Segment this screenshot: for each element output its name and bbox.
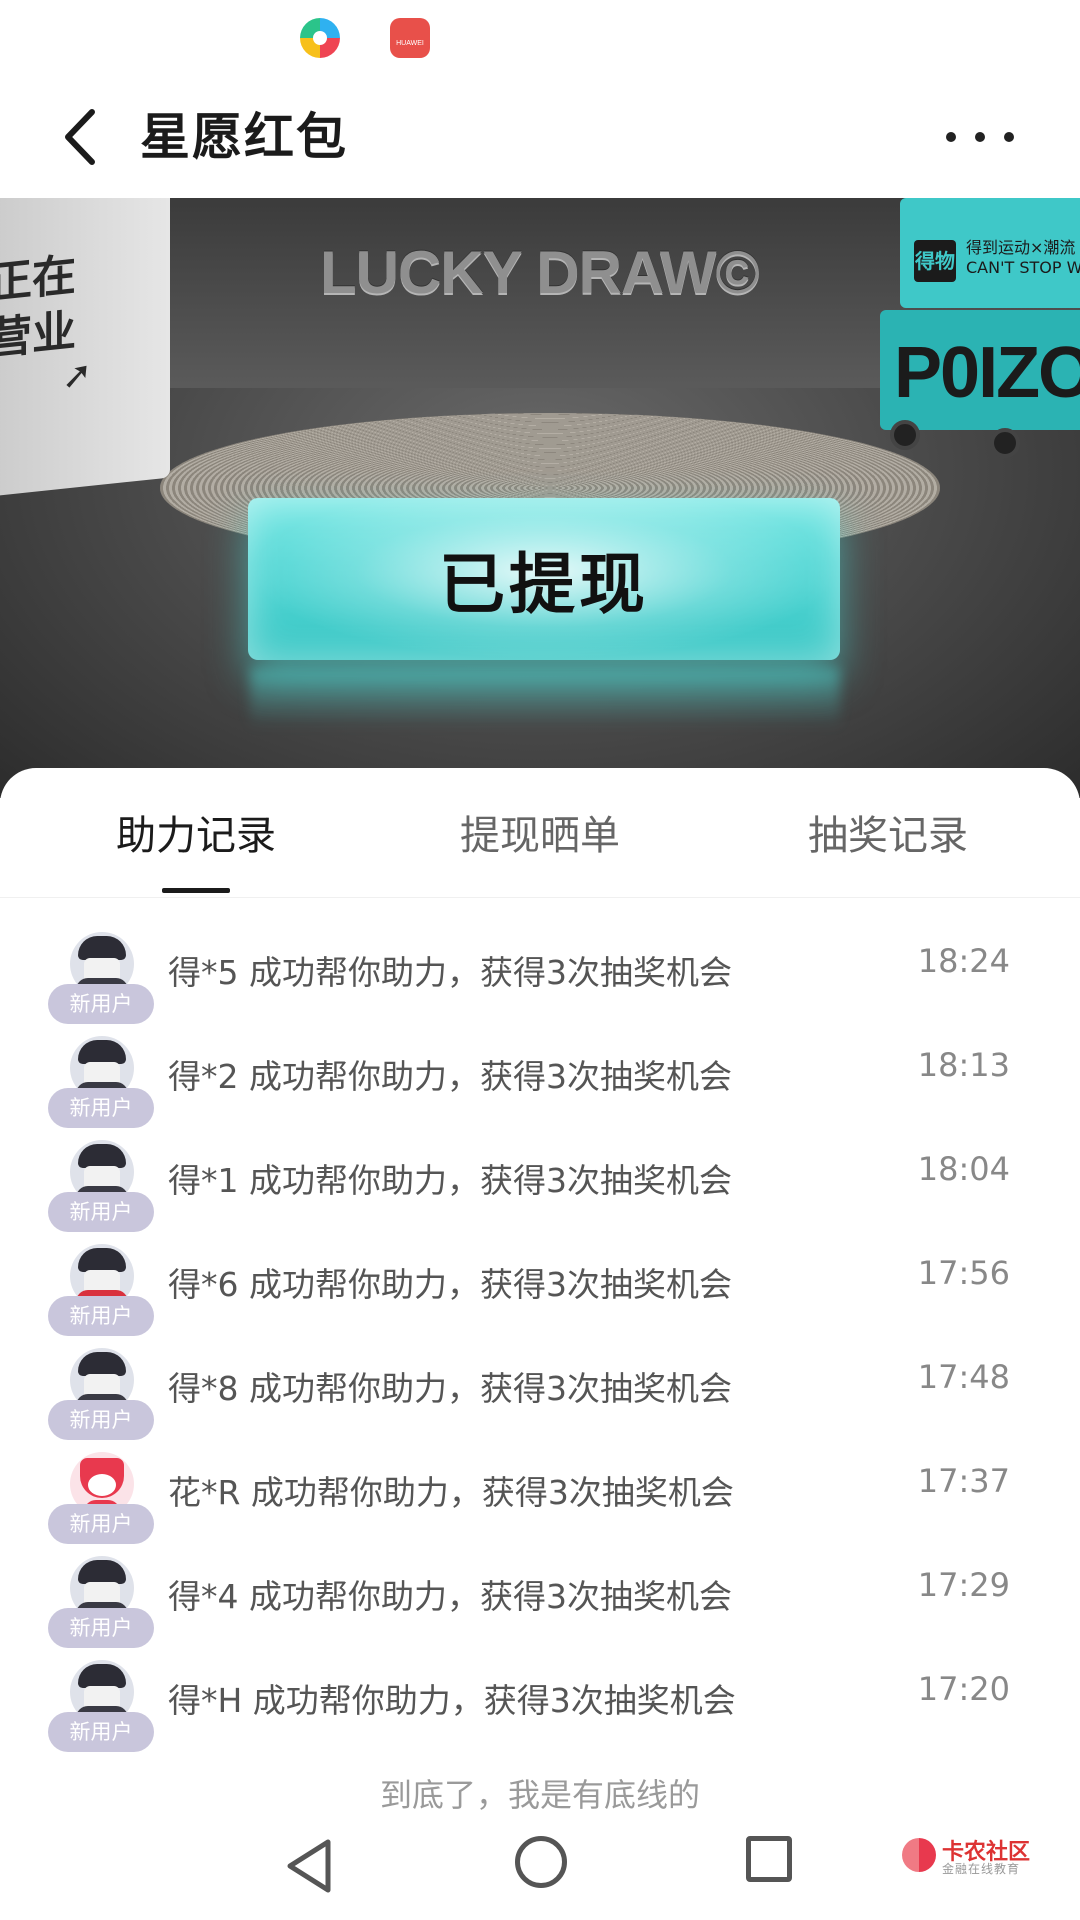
record-time: 17:20 bbox=[917, 1670, 1010, 1708]
new-user-badge: 新用户 bbox=[48, 1088, 154, 1128]
new-user-badge: 新用户 bbox=[48, 984, 154, 1024]
system-nav-bar: 卡农社区 金融在线教育 bbox=[0, 1810, 1080, 1920]
avatar: 新用户 bbox=[48, 932, 154, 1028]
dot-icon bbox=[1004, 132, 1014, 142]
help-record-list: 新用户 得*5 成功帮你助力，获得3次抽奖机会 18:24 新用户 得*2 成功… bbox=[0, 928, 1080, 1760]
kanong-logo-icon bbox=[902, 1838, 936, 1872]
status-bar: HUAWEI bbox=[0, 0, 1080, 72]
active-tab-indicator bbox=[162, 888, 230, 893]
list-item: 新用户 得*H 成功帮你助力，获得3次抽奖机会 17:20 bbox=[0, 1656, 1080, 1760]
new-user-badge: 新用户 bbox=[48, 1296, 154, 1336]
avatar: 新用户 bbox=[48, 1244, 154, 1340]
shoe-box-top: 得物 得到运动×潮流 CAN'T STOP WON bbox=[900, 198, 1080, 308]
skateboard-wheel-icon bbox=[990, 428, 1020, 458]
chevron-left-icon bbox=[65, 109, 95, 165]
skateboard-wheel-icon bbox=[890, 420, 920, 450]
avatar: 新用户 bbox=[48, 1348, 154, 1444]
record-text: 得*H 成功帮你助力，获得3次抽奖机会 bbox=[168, 1681, 736, 1720]
dot-icon bbox=[975, 132, 985, 142]
arrow-icon: ➚ bbox=[62, 353, 93, 398]
open-sign: 正在营业 ➚ bbox=[0, 198, 170, 499]
withdrawn-label: 已提现 bbox=[439, 546, 649, 623]
open-sign-text: 正在营业 bbox=[0, 249, 76, 366]
shoe-box-stack: 得物 得到运动×潮流 CAN'T STOP WON P0IZON bbox=[880, 198, 1080, 458]
new-user-badge: 新用户 bbox=[48, 1504, 154, 1544]
lucky-draw-logo: LUCKY DRAW© bbox=[320, 239, 760, 306]
hero-banner: LUCKY DRAW© 正在营业 ➚ 得物 得到运动×潮流 CAN'T STOP… bbox=[0, 198, 1080, 798]
page: HUAWEI 星愿红包 LUCKY DRAW© 正在营业 ➚ 得物 得到运动×潮… bbox=[0, 0, 1080, 1920]
record-time: 18:13 bbox=[917, 1046, 1010, 1084]
record-text: 得*2 成功帮你助力，获得3次抽奖机会 bbox=[168, 1057, 732, 1096]
list-item: 新用户 得*8 成功帮你助力，获得3次抽奖机会 17:48 bbox=[0, 1344, 1080, 1448]
colorful-app-icon bbox=[300, 18, 340, 58]
title-bar: 星愿红包 bbox=[0, 72, 1080, 198]
nav-recents-button[interactable] bbox=[746, 1836, 792, 1882]
glow-reflection bbox=[250, 668, 840, 728]
list-item: 新用户 得*2 成功帮你助力，获得3次抽奖机会 18:13 bbox=[0, 1032, 1080, 1136]
avatar: 新用户 bbox=[48, 1660, 154, 1756]
new-user-badge: 新用户 bbox=[48, 1712, 154, 1752]
list-item: 新用户 得*5 成功帮你助力，获得3次抽奖机会 18:24 bbox=[0, 928, 1080, 1032]
tab-bar: 助力记录 提现晒单 抽奖记录 bbox=[0, 768, 1080, 898]
huawei-appgallery-icon: HUAWEI bbox=[390, 18, 430, 58]
list-item: 新用户 得*6 成功帮你助力，获得3次抽奖机会 17:56 bbox=[0, 1240, 1080, 1344]
record-time: 17:37 bbox=[917, 1462, 1010, 1500]
watermark-subtitle: 金融在线教育 bbox=[942, 1862, 1021, 1876]
withdrawn-button[interactable]: 已提现 bbox=[248, 498, 840, 660]
new-user-badge: 新用户 bbox=[48, 1608, 154, 1648]
record-text: 花*R 成功帮你助力，获得3次抽奖机会 bbox=[168, 1473, 734, 1512]
more-options-button[interactable] bbox=[940, 102, 1020, 172]
record-time: 17:29 bbox=[917, 1566, 1010, 1604]
shoe-box-bottom: P0IZON bbox=[880, 310, 1080, 430]
record-time: 17:56 bbox=[917, 1254, 1010, 1292]
tab-withdraw-showcase[interactable]: 提现晒单 bbox=[440, 806, 640, 866]
new-user-badge: 新用户 bbox=[48, 1400, 154, 1440]
nav-home-button[interactable] bbox=[515, 1836, 567, 1888]
avatar: 新用户 bbox=[48, 1140, 154, 1236]
avatar: 新用户 bbox=[48, 1556, 154, 1652]
triangle-back-icon bbox=[287, 1839, 331, 1893]
back-button[interactable] bbox=[50, 102, 120, 172]
kanong-watermark: 卡农社区 金融在线教育 bbox=[902, 1834, 1052, 1884]
record-text: 得*1 成功帮你助力，获得3次抽奖机会 bbox=[168, 1161, 732, 1200]
list-item: 新用户 得*1 成功帮你助力，获得3次抽奖机会 18:04 bbox=[0, 1136, 1080, 1240]
records-card: 助力记录 提现晒单 抽奖记录 新用户 得*5 成功帮你助力，获得3次抽奖机会 1… bbox=[0, 768, 1080, 1920]
record-text: 得*5 成功帮你助力，获得3次抽奖机会 bbox=[168, 953, 732, 992]
record-time: 18:24 bbox=[917, 942, 1010, 980]
tab-draw-records[interactable]: 抽奖记录 bbox=[788, 806, 988, 866]
record-text: 得*8 成功帮你助力，获得3次抽奖机会 bbox=[168, 1369, 732, 1408]
nav-back-button[interactable] bbox=[280, 1836, 340, 1896]
list-item: 新用户 花*R 成功帮你助力，获得3次抽奖机会 17:37 bbox=[0, 1448, 1080, 1552]
record-text: 得*4 成功帮你助力，获得3次抽奖机会 bbox=[168, 1577, 732, 1616]
avatar: 新用户 bbox=[48, 1452, 154, 1548]
tab-help-records[interactable]: 助力记录 bbox=[96, 806, 296, 866]
poizon-brand: P0IZON bbox=[894, 333, 1080, 413]
new-user-badge: 新用户 bbox=[48, 1192, 154, 1232]
dot-icon bbox=[946, 132, 956, 142]
list-item: 新用户 得*4 成功帮你助力，获得3次抽奖机会 17:29 bbox=[0, 1552, 1080, 1656]
record-text: 得*6 成功帮你助力，获得3次抽奖机会 bbox=[168, 1265, 732, 1304]
box-slogan: 得到运动×潮流 CAN'T STOP WON bbox=[966, 238, 1080, 277]
page-title: 星愿红包 bbox=[140, 108, 348, 166]
record-time: 18:04 bbox=[917, 1150, 1010, 1188]
avatar: 新用户 bbox=[48, 1036, 154, 1132]
dewu-logo: 得物 bbox=[914, 240, 956, 282]
record-time: 17:48 bbox=[917, 1358, 1010, 1396]
